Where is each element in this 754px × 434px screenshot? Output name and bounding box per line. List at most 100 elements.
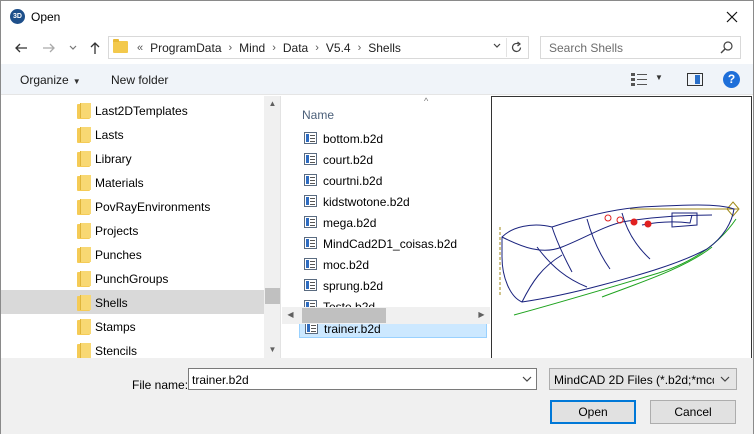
scroll-thumb[interactable]	[265, 288, 280, 304]
scroll-left-icon[interactable]: ◀	[282, 307, 299, 323]
tree-item-label: Materials	[95, 176, 144, 190]
file-item-mega[interactable]: mega.b2d	[299, 212, 487, 233]
tree-item-materials[interactable]: Materials	[1, 170, 264, 194]
preview-pane-icon[interactable]	[687, 73, 703, 86]
scroll-thumb[interactable]	[302, 308, 386, 323]
file-name-field[interactable]: trainer.b2d	[188, 368, 537, 390]
tree-item-povrayenvironments[interactable]: PovRayEnvironments	[1, 194, 264, 218]
column-header-name[interactable]: Name	[302, 108, 334, 122]
recent-locations-button[interactable]	[63, 38, 83, 58]
dialog-body: « ProgramData › Mind › Data › V5.4 › She…	[0, 32, 754, 434]
app-icon: 3D	[10, 9, 25, 24]
tree-item-label: Shells	[95, 296, 128, 310]
close-button[interactable]	[721, 6, 743, 28]
tree-item-punchgroups[interactable]: PunchGroups	[1, 266, 264, 290]
tree-item-punches[interactable]: Punches	[1, 242, 264, 266]
command-bar: Organize ▼ New folder ▼ ?	[1, 64, 753, 95]
tree-item-last2dtemplates[interactable]: Last2DTemplates	[1, 98, 264, 122]
file-item-court[interactable]: court.b2d	[299, 149, 487, 170]
tree-item-label: Punches	[95, 248, 142, 262]
folder-icon	[77, 271, 91, 287]
tree-item-label: Library	[95, 152, 132, 166]
tree-item-projects[interactable]: Projects	[1, 218, 264, 242]
file-item-label: courtni.b2d	[323, 174, 383, 188]
file-item-bottom[interactable]: bottom.b2d	[299, 128, 487, 149]
file-icon	[304, 153, 317, 165]
address-bar[interactable]: « ProgramData › Mind › Data › V5.4 › She…	[108, 36, 529, 59]
arrow-left-icon	[15, 43, 27, 53]
breadcrumb-separator-icon: ›	[315, 42, 319, 54]
scroll-down-icon[interactable]: ▼	[264, 342, 280, 358]
tree-item-stencils[interactable]: Stencils	[1, 338, 264, 358]
folder-icon	[77, 127, 91, 143]
chevron-down-icon[interactable]	[521, 372, 533, 386]
tree-item-stamps[interactable]: Stamps	[1, 314, 264, 338]
file-item-label: kidstwotone.b2d	[323, 195, 410, 209]
title-bar: 3D Open	[0, 0, 754, 32]
folder-icon	[77, 103, 91, 119]
scroll-right-icon[interactable]: ▶	[473, 307, 490, 323]
organize-menu[interactable]: Organize ▼	[20, 73, 81, 87]
file-item-label: court.b2d	[323, 153, 374, 167]
tree-item-label: PunchGroups	[95, 272, 169, 286]
file-item-moc[interactable]: moc.b2d	[299, 254, 487, 275]
navigation-bar: « ProgramData › Mind › Data › V5.4 › She…	[1, 32, 753, 64]
refresh-button[interactable]	[506, 38, 526, 57]
file-icon	[304, 195, 317, 207]
folder-icon	[77, 151, 91, 167]
organize-label: Organize	[20, 73, 69, 87]
file-item-label: moc.b2d	[323, 258, 370, 272]
file-item-mindcad2d1-coisas[interactable]: MindCad2D1_coisas.b2d	[299, 233, 487, 254]
file-type-select[interactable]: MindCAD 2D Files (*.b2d;*mcd;	[549, 368, 737, 390]
tree-item-library[interactable]: Library	[1, 146, 264, 170]
tree-item-shells[interactable]: Shells	[1, 290, 264, 314]
file-item-sprung[interactable]: sprung.b2d	[299, 275, 487, 296]
breadcrumb-item[interactable]: V5.4	[323, 41, 354, 55]
tree-item-label: Projects	[95, 224, 139, 238]
open-button[interactable]: Open	[550, 400, 636, 424]
new-folder-button[interactable]: New folder	[111, 73, 168, 87]
back-button[interactable]	[11, 38, 31, 58]
view-options-icon[interactable]	[631, 73, 647, 86]
folder-icon	[77, 295, 91, 311]
breadcrumb-item[interactable]: Shells	[365, 41, 404, 55]
tree-item-label: PovRayEnvironments	[95, 200, 211, 214]
help-icon[interactable]: ?	[723, 71, 740, 88]
tree-item-label: Lasts	[95, 128, 124, 142]
file-icon	[304, 132, 317, 144]
breadcrumb-item[interactable]: Mind	[236, 41, 268, 55]
folder-icon	[77, 223, 91, 239]
tree-item-label: Stamps	[95, 320, 136, 334]
forward-button[interactable]	[39, 38, 59, 58]
up-button[interactable]	[85, 38, 105, 58]
tree-item-label: Last2DTemplates	[95, 104, 188, 118]
window-title: Open	[31, 10, 61, 24]
preview-pane	[491, 96, 752, 388]
file-item-label: trainer.b2d	[324, 322, 381, 336]
file-item-courtni[interactable]: courtni.b2d	[299, 170, 487, 191]
arrow-up-icon	[90, 42, 100, 54]
file-icon	[304, 174, 317, 186]
tree-item-lasts[interactable]: Lasts	[1, 122, 264, 146]
file-item-label: mega.b2d	[323, 216, 377, 230]
breadcrumb-item[interactable]: ProgramData	[147, 41, 224, 55]
search-input[interactable]: Search Shells	[540, 36, 741, 59]
view-dropdown-icon[interactable]: ▼	[655, 73, 663, 82]
folder-icon	[77, 247, 91, 263]
folder-icon	[77, 175, 91, 191]
scroll-up-icon[interactable]: ▲	[264, 96, 280, 112]
cancel-button[interactable]: Cancel	[650, 400, 736, 424]
search-icon[interactable]	[720, 40, 734, 54]
folder-icon	[113, 39, 128, 53]
file-name-label: File name:	[132, 378, 189, 392]
file-icon	[304, 258, 317, 270]
file-list-horizontal-scrollbar[interactable]: ◀ ▶	[282, 307, 490, 324]
file-name-value: trainer.b2d	[192, 373, 249, 387]
address-dropdown-button[interactable]	[490, 40, 504, 56]
chevron-down-icon	[493, 43, 501, 48]
breadcrumb-item[interactable]: Data	[280, 41, 311, 55]
breadcrumb-overflow[interactable]: «	[133, 42, 147, 54]
navigation-scrollbar[interactable]: ▲ ▼	[264, 96, 280, 358]
file-item-kidstwotone[interactable]: kidstwotone.b2d	[299, 191, 487, 212]
breadcrumb-separator-icon: ›	[228, 42, 233, 54]
